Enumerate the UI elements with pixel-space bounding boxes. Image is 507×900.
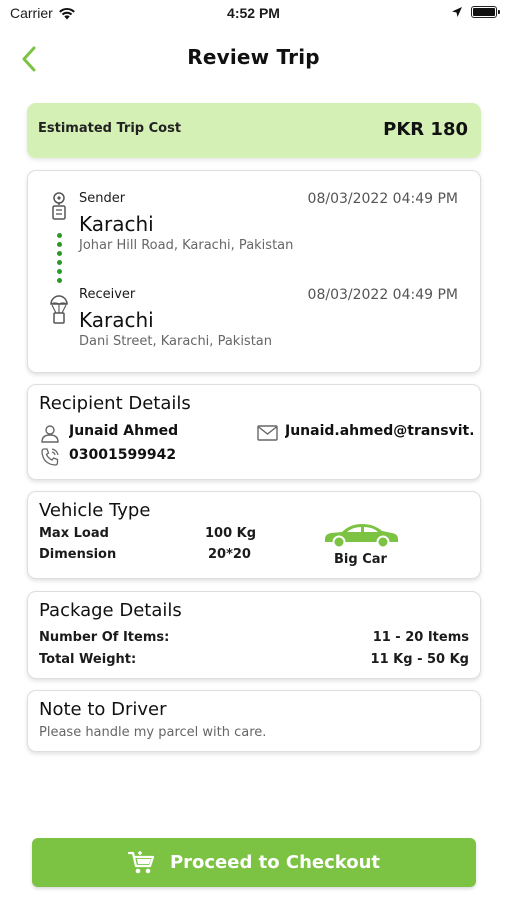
battery-icon (471, 6, 500, 18)
phone-icon (41, 448, 59, 466)
weight-value: 11 Kg - 50 Kg (370, 652, 469, 667)
mail-icon (257, 425, 278, 441)
header: Review Trip (0, 38, 507, 82)
person-icon (41, 425, 59, 443)
weight-label: Total Weight: (39, 652, 137, 667)
proceed-to-checkout-button[interactable]: Proceed to Checkout (32, 838, 476, 887)
route-dot (57, 260, 62, 265)
route-dot (57, 269, 62, 274)
vehicle-title: Vehicle Type (39, 500, 151, 521)
checkout-label: Proceed to Checkout (169, 852, 381, 873)
vehicle-type-label: Big Car (334, 552, 387, 567)
route-dot (57, 251, 62, 256)
note-title: Note to Driver (39, 699, 167, 720)
shopping-cart-icon (127, 850, 155, 873)
sender-label: Sender (79, 191, 126, 206)
estimated-cost-card: Estimated Trip Cost PKR 180 (27, 103, 481, 158)
receiver-label: Receiver (79, 287, 136, 302)
recipient-email: Junaid.ahmed@transvit... (285, 423, 473, 439)
package-title: Package Details (39, 600, 182, 621)
receiver-address: Dani Street, Karachi, Pakistan (79, 334, 273, 349)
location-pin-icon (52, 192, 66, 220)
max-load-label: Max Load (39, 526, 109, 541)
note-to-driver-card: Note to Driver Please handle my parcel w… (27, 690, 481, 752)
dimension-value: 20*20 (208, 547, 251, 562)
recipient-details-card: Recipient Details Junaid Ahmed Junaid.ah… (27, 384, 481, 480)
car-icon (325, 524, 398, 549)
battery-fill (473, 8, 495, 16)
parachute-box-icon (50, 295, 68, 324)
route-dot (57, 278, 62, 283)
items-label: Number Of Items: (39, 630, 170, 645)
max-load-value: 100 Kg (205, 526, 257, 541)
trip-route-card: Sender 08/03/2022 04:49 PM Karachi Johar… (27, 170, 481, 373)
package-details-card: Package Details Number Of Items: 11 - 20… (27, 591, 481, 679)
dimension-label: Dimension (39, 547, 117, 562)
route-dot (57, 233, 62, 238)
receiver-datetime: 08/03/2022 04:49 PM (307, 287, 458, 303)
recipient-phone: 03001599942 (69, 447, 177, 463)
cost-label: Estimated Trip Cost (38, 121, 182, 136)
sender-address: Johar Hill Road, Karachi, Pakistan (79, 238, 294, 253)
sender-city: Karachi (79, 212, 154, 236)
recipient-title: Recipient Details (39, 393, 191, 414)
status-bar: Carrier 4:52 PM (0, 0, 507, 30)
note-text: Please handle my parcel with care. (39, 725, 267, 740)
recipient-name: Junaid Ahmed (69, 423, 179, 439)
sender-datetime: 08/03/2022 04:49 PM (307, 191, 458, 207)
items-value: 11 - 20 Items (372, 630, 469, 645)
cost-value: PKR 180 (383, 119, 468, 140)
route-dot (57, 242, 62, 247)
vehicle-type-card: Vehicle Type Max Load 100 Kg Dimension 2… (27, 491, 481, 579)
receiver-city: Karachi (79, 308, 154, 332)
page-title: Review Trip (187, 45, 320, 69)
status-indicators (451, 6, 500, 18)
location-arrow-icon (452, 7, 462, 17)
clock: 4:52 PM (227, 5, 280, 21)
